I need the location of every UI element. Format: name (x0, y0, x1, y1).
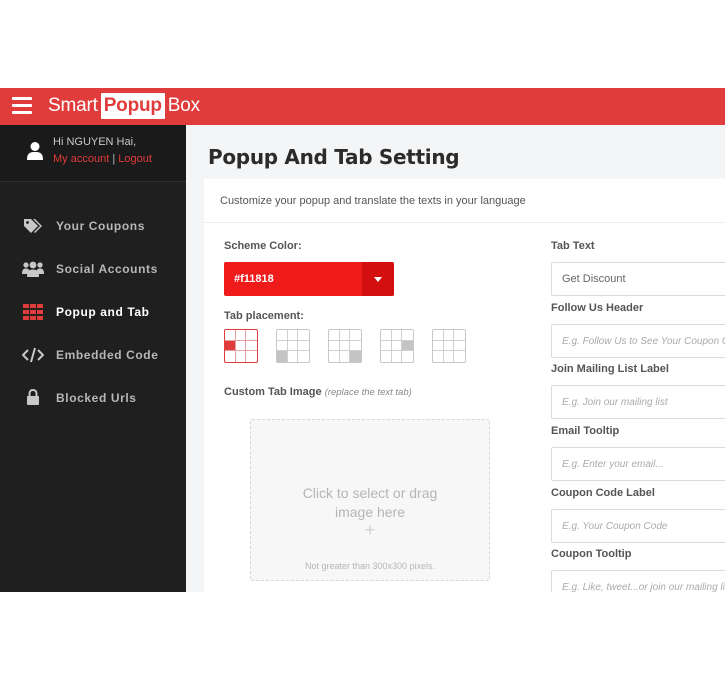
users-icon (22, 260, 44, 278)
sidebar-item-label: Blocked Urls (56, 390, 137, 405)
app-window: Smart Popup Box Hi NGUYEN Hai, My account … (0, 88, 725, 592)
follow-header-input[interactable]: E.g. Follow Us to See Your Coupon Co (551, 324, 725, 358)
logout-link[interactable]: Logout (118, 153, 152, 165)
coupon-code-label: Coupon Code Label (551, 487, 655, 499)
custom-tab-image-hint: (replace the text tab) (324, 387, 412, 398)
main-content: Popup And Tab Setting Customize your pop… (186, 125, 725, 592)
sidebar-item-social-accounts[interactable]: Social Accounts (0, 247, 186, 290)
placement-right-middle[interactable] (380, 329, 414, 363)
coupon-code-input[interactable]: E.g. Your Coupon Code (551, 509, 725, 543)
custom-tab-image-title: Custom Tab Image (224, 386, 322, 398)
coupon-tooltip-input[interactable]: E.g. Like, tweet...or join our mailing l… (551, 570, 725, 592)
placement-none[interactable] (432, 329, 466, 363)
sidebar-item-your-coupons[interactable]: Your Coupons (0, 204, 186, 247)
sidebar-item-label: Embedded Code (56, 347, 159, 362)
top-bar: Smart Popup Box (0, 88, 725, 125)
tab-text-label: Tab Text (551, 240, 595, 252)
scheme-color-value: #f11818 (234, 273, 274, 285)
sidebar-item-label: Popup and Tab (56, 304, 150, 319)
dropzone-line1: Click to select or drag (302, 485, 438, 501)
plus-icon: + (364, 520, 376, 540)
lock-icon (22, 389, 44, 407)
mailing-list-input[interactable]: E.g. Join our mailing list (551, 385, 725, 419)
sidebar-item-label: Social Accounts (56, 261, 158, 276)
sidebar-item-blocked-urls[interactable]: Blocked Urls (0, 376, 186, 419)
tab-placement-options (224, 329, 466, 363)
code-icon (22, 346, 44, 364)
chevron-down-icon[interactable] (362, 262, 394, 296)
brand-part3: Box (167, 95, 200, 116)
tab-placement-label: Tab placement: (224, 310, 304, 322)
scheme-color-label: Scheme Color: (224, 240, 302, 252)
custom-tab-image-label: Custom Tab Image (replace the text tab) (224, 386, 412, 398)
brand-logo[interactable]: Smart Popup Box (48, 93, 200, 119)
tab-text-input[interactable]: Get Discount (551, 262, 725, 296)
coupon-tooltip-label: Coupon Tooltip (551, 548, 632, 560)
image-dropzone[interactable]: Click to select or drag image here + Not… (250, 419, 490, 581)
tags-icon (22, 217, 44, 235)
user-panel: Hi NGUYEN Hai, My account | Logout (0, 125, 186, 182)
dropzone-note: Not greater than 300x300 pixels. (304, 561, 436, 571)
page-title: Popup And Tab Setting (208, 145, 460, 169)
hamburger-menu-icon[interactable] (12, 97, 32, 115)
settings-card: Customize your popup and translate the t… (204, 179, 725, 592)
brand-part1: Smart (48, 95, 98, 116)
sidebar-item-embedded-code[interactable]: Embedded Code (0, 333, 186, 376)
brand-part2: Popup (100, 93, 165, 119)
sidebar: Hi NGUYEN Hai, My account | Logout Your … (0, 125, 186, 592)
user-greeting: Hi NGUYEN Hai, (53, 136, 137, 148)
user-icon (27, 142, 43, 160)
email-tooltip-label: Email Tooltip (551, 425, 620, 437)
sidebar-item-popup-and-tab[interactable]: Popup and Tab (0, 290, 186, 333)
follow-header-label: Follow Us Header (551, 302, 644, 314)
placement-bottom-right[interactable] (328, 329, 362, 363)
link-separator: | (112, 153, 116, 165)
dropzone-text: Click to select or drag image here + (251, 484, 489, 540)
placement-left-middle[interactable] (224, 329, 258, 363)
user-links: My account | Logout (53, 153, 152, 165)
card-subtitle: Customize your popup and translate the t… (204, 179, 725, 223)
sidebar-item-label: Your Coupons (56, 218, 145, 233)
grid-icon (22, 303, 44, 321)
sidebar-nav: Your Coupons Social Accounts Popup and T… (0, 204, 186, 419)
my-account-link[interactable]: My account (53, 153, 109, 165)
placement-bottom-left[interactable] (276, 329, 310, 363)
email-tooltip-input[interactable]: E.g. Enter your email... (551, 447, 725, 481)
scheme-color-picker[interactable]: #f11818 (224, 262, 394, 296)
mailing-list-label: Join Mailing List Label (551, 363, 669, 375)
